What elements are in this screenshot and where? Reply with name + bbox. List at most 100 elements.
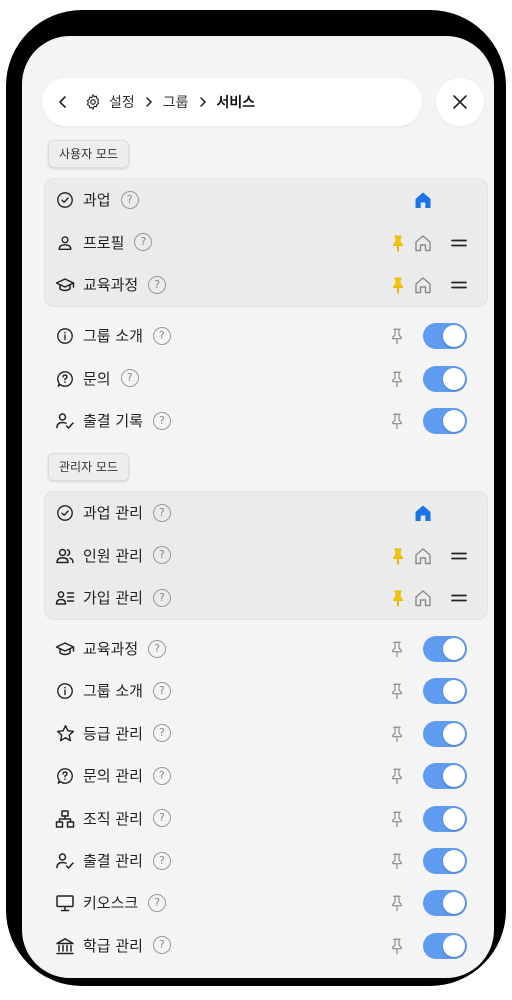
pin-icon[interactable]: [388, 852, 406, 870]
service-label: 프로필?: [83, 222, 153, 264]
service-toggle[interactable]: [423, 323, 467, 349]
service-toggle[interactable]: [423, 636, 467, 662]
help-icon[interactable]: ?: [152, 326, 171, 345]
help-icon[interactable]: ?: [152, 681, 171, 700]
breadcrumb-item-service: 서비스: [216, 95, 256, 111]
user-mode-label: 사용자 모드: [48, 140, 130, 168]
check-circle-icon: [55, 503, 75, 523]
pin-active-icon[interactable]: [389, 234, 407, 252]
help-icon[interactable]: ?: [148, 275, 167, 294]
pin-icon[interactable]: [388, 327, 406, 345]
home-icon[interactable]: [413, 588, 433, 608]
service-row: 조직 관리?: [22, 798, 494, 840]
pin-icon[interactable]: [388, 640, 406, 658]
close-button[interactable]: [436, 78, 484, 126]
fixed-service-row: 가입 관리?: [22, 577, 494, 619]
help-icon[interactable]: ?: [152, 546, 171, 564]
service-name: 인원 관리: [83, 546, 143, 565]
pin-active-icon[interactable]: [389, 276, 407, 294]
pin-icon[interactable]: [388, 937, 406, 955]
service-row: 학급 관리?: [22, 925, 494, 967]
help-icon[interactable]: ?: [152, 588, 171, 607]
fixed-service-row: 프로필?: [22, 222, 494, 264]
home-active-icon[interactable]: [413, 503, 433, 523]
service-name: 그룹 소개: [83, 682, 143, 701]
service-name: 조직 관리: [83, 809, 143, 828]
service-toggle[interactable]: [423, 365, 467, 392]
service-row: 출결 기록?: [22, 400, 494, 442]
help-icon[interactable]: ?: [148, 639, 167, 658]
help-icon[interactable]: ?: [120, 190, 139, 209]
help-icon[interactable]: ?: [152, 766, 171, 785]
help-icon[interactable]: ?: [152, 936, 171, 955]
chevron-right-icon: [197, 96, 209, 108]
pin-icon[interactable]: [388, 810, 406, 828]
service-toggle[interactable]: [423, 763, 467, 790]
pin-icon[interactable]: [388, 767, 406, 785]
service-toggle[interactable]: [423, 932, 467, 959]
drag-handle-icon[interactable]: [450, 276, 468, 294]
pin-icon[interactable]: [388, 725, 406, 743]
breadcrumb-item-settings[interactable]: 설정: [109, 92, 135, 112]
info-icon: [55, 326, 75, 346]
drag-handle-icon[interactable]: [450, 589, 468, 607]
service-row: 그룹 소개?: [22, 315, 494, 357]
help-icon[interactable]: ?: [152, 503, 171, 522]
service-label: 그룹 소개?: [83, 315, 171, 357]
check-circle-icon: [55, 190, 75, 210]
help-icon[interactable]: ?: [148, 893, 167, 912]
service-name: 출결 기록: [83, 412, 143, 430]
service-row: 등급 관리?: [22, 713, 494, 755]
question-bubble-icon: [55, 766, 75, 786]
service-toggle[interactable]: [423, 720, 467, 747]
home-icon[interactable]: [413, 275, 433, 295]
star-icon: [55, 724, 75, 744]
admin-mode-label: 관리자 모드: [48, 453, 130, 481]
pin-icon[interactable]: [388, 412, 406, 430]
service-label: 등급 관리?: [83, 713, 171, 755]
service-toggle[interactable]: [423, 678, 467, 705]
service-name: 과업: [83, 191, 111, 209]
pin-icon[interactable]: [388, 370, 406, 388]
pin-active-icon[interactable]: [389, 547, 407, 565]
drag-handle-icon[interactable]: [450, 234, 468, 252]
graduation-cap-icon: [55, 639, 75, 659]
service-name: 그룹 소개: [83, 327, 143, 345]
home-icon[interactable]: [413, 233, 433, 253]
service-toggle[interactable]: [423, 890, 467, 917]
screen: 설정 그룹 서비스 사용자 모드 관리자 모드 과업? 프로필? 교육과정? 그룹 소…: [22, 36, 494, 978]
service-label: 출결 관리?: [83, 840, 171, 882]
service-toggle[interactable]: [423, 805, 467, 832]
service-toggle[interactable]: [423, 408, 467, 434]
help-icon[interactable]: ?: [152, 851, 171, 870]
breadcrumb-item-group[interactable]: 그룹: [163, 92, 189, 112]
home-active-icon[interactable]: [413, 190, 433, 210]
drag-handle-icon[interactable]: [450, 547, 468, 565]
user-list-icon: [55, 588, 75, 608]
breadcrumb: 설정 그룹 서비스: [84, 92, 255, 112]
help-icon[interactable]: ?: [120, 369, 139, 387]
back-button[interactable]: [42, 78, 84, 126]
help-icon[interactable]: ?: [152, 411, 171, 430]
pin-icon[interactable]: [388, 682, 406, 700]
service-name: 가입 관리: [83, 589, 143, 607]
pin-icon[interactable]: [388, 894, 406, 912]
service-label: 그룹 소개?: [83, 670, 171, 712]
service-name: 키오스크: [83, 894, 139, 913]
service-name: 문의 관리: [83, 767, 143, 786]
fixed-service-row: 과업?: [22, 179, 494, 221]
user-icon: [55, 233, 75, 253]
service-row: 키오스크?: [22, 882, 494, 924]
help-icon[interactable]: ?: [152, 809, 171, 828]
help-icon[interactable]: ?: [152, 724, 171, 743]
pin-active-icon[interactable]: [389, 589, 407, 607]
building-icon: [55, 936, 75, 956]
help-icon[interactable]: ?: [134, 233, 153, 251]
service-toggle[interactable]: [423, 848, 467, 874]
service-name: 학급 관리: [83, 936, 143, 955]
service-label: 과업 관리?: [83, 492, 171, 534]
home-icon[interactable]: [413, 546, 433, 566]
service-label: 가입 관리?: [83, 577, 171, 619]
service-name: 출결 관리: [83, 852, 143, 870]
fixed-service-row: 과업 관리?: [22, 492, 494, 534]
